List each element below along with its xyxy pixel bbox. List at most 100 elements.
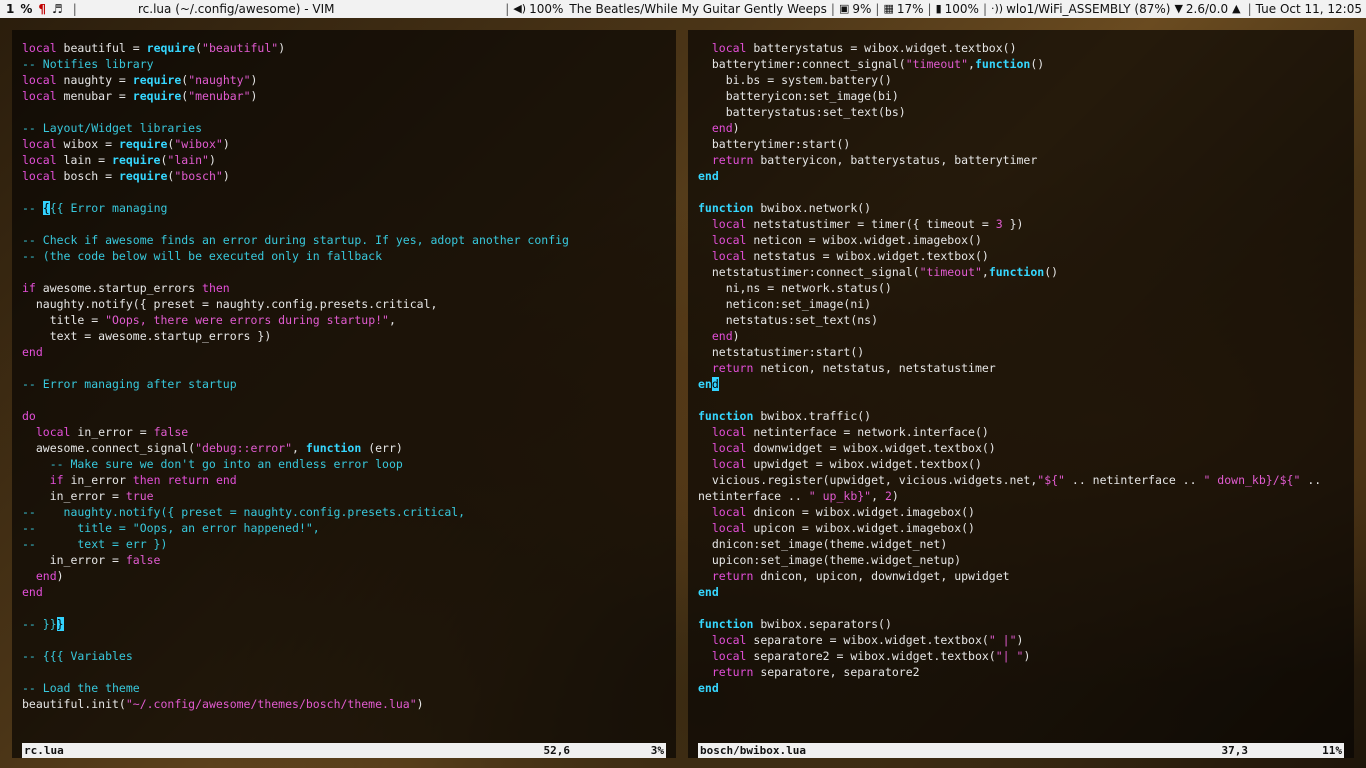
code-line[interactable]: -- }}} (22, 616, 668, 632)
code-line[interactable]: neticon:set_image(ni) (698, 296, 1346, 312)
code-editor-right[interactable]: local batterystatus = wibox.widget.textb… (698, 40, 1346, 696)
code-line[interactable] (22, 216, 668, 232)
code-line[interactable]: title = "Oops, there were errors during … (22, 312, 668, 328)
code-line[interactable]: -- Notifies library (22, 56, 668, 72)
code-line[interactable]: ni,ns = network.status() (698, 280, 1346, 296)
code-line[interactable]: end (698, 680, 1346, 696)
code-line[interactable] (22, 664, 668, 680)
code-line[interactable]: local separatore = wibox.widget.textbox(… (698, 632, 1346, 648)
code-line[interactable] (22, 600, 668, 616)
code-line[interactable]: -- naughty.notify({ preset = naughty.con… (22, 504, 668, 520)
code-line[interactable]: end (698, 376, 1346, 392)
code-token: bwibox.network() (753, 201, 872, 215)
code-line[interactable]: local bosch = require("bosch") (22, 168, 668, 184)
code-line[interactable]: netstatustimer:start() (698, 344, 1346, 360)
window-title[interactable]: rc.lua (~/.config/awesome) - VIM (138, 0, 335, 18)
code-line[interactable]: awesome.connect_signal("debug::error", f… (22, 440, 668, 456)
code-line[interactable]: -- text = err }) (22, 536, 668, 552)
code-line[interactable]: local upicon = wibox.widget.imagebox() (698, 520, 1346, 536)
code-line[interactable]: local upwidget = wibox.widget.textbox() (698, 456, 1346, 472)
code-line[interactable]: text = awesome.startup_errors }) (22, 328, 668, 344)
tag-3[interactable]: ¶ (38, 0, 46, 18)
code-line[interactable]: local beautiful = require("beautiful") (22, 40, 668, 56)
code-line[interactable]: if in_error then return end (22, 472, 668, 488)
code-line[interactable]: local dnicon = wibox.widget.imagebox() (698, 504, 1346, 520)
code-line[interactable]: naughty.notify({ preset = naughty.config… (22, 296, 668, 312)
code-line[interactable]: local menubar = require("menubar") (22, 88, 668, 104)
code-line[interactable]: -- Make sure we don't go into an endless… (22, 456, 668, 472)
code-line[interactable] (22, 264, 668, 280)
code-line[interactable]: function bwibox.traffic() (698, 408, 1346, 424)
wifi-icon[interactable]: ·)) (991, 0, 1003, 18)
code-line[interactable]: end (22, 344, 668, 360)
code-line[interactable]: local separatore2 = wibox.widget.textbox… (698, 648, 1346, 664)
tag-4[interactable]: ♬ (52, 0, 63, 18)
code-line[interactable]: function bwibox.separators() (698, 616, 1346, 632)
code-line[interactable]: batterytimer:start() (698, 136, 1346, 152)
volume-icon[interactable]: ◀) (513, 0, 526, 18)
code-line[interactable]: -- Layout/Widget libraries (22, 120, 668, 136)
code-line[interactable]: -- (the code below will be executed only… (22, 248, 668, 264)
code-line[interactable]: return batteryicon, batterystatus, batte… (698, 152, 1346, 168)
code-line[interactable] (22, 104, 668, 120)
code-line[interactable]: upicon:set_image(theme.widget_netup) (698, 552, 1346, 568)
code-line[interactable]: in_error = false (22, 552, 668, 568)
code-line[interactable]: end (22, 584, 668, 600)
code-line[interactable]: end) (698, 120, 1346, 136)
code-line[interactable]: -- Check if awesome finds an error durin… (22, 232, 668, 248)
code-line[interactable]: local in_error = false (22, 424, 668, 440)
download-arrow-icon: ▼ (1174, 2, 1183, 15)
clock[interactable]: Tue Oct 11, 12:05 (1256, 0, 1362, 18)
code-token: menubar = (56, 89, 133, 103)
tag-1[interactable]: 1 (6, 0, 14, 18)
code-line[interactable]: -- title = "Oops, an error happened!", (22, 520, 668, 536)
code-line[interactable]: batterystatus:set_text(bs) (698, 104, 1346, 120)
code-line[interactable]: -- {{{ Error managing (22, 200, 668, 216)
code-line[interactable]: netstatustimer:connect_signal("timeout",… (698, 264, 1346, 280)
code-line[interactable]: local netstatus = wibox.widget.textbox() (698, 248, 1346, 264)
code-line[interactable] (698, 392, 1346, 408)
code-line[interactable]: return dnicon, upicon, downwidget, upwid… (698, 568, 1346, 584)
code-line[interactable]: batterytimer:connect_signal("timeout",fu… (698, 56, 1346, 72)
code-line[interactable]: -- Error managing after startup (22, 376, 668, 392)
code-line[interactable]: local neticon = wibox.widget.imagebox() (698, 232, 1346, 248)
code-line[interactable]: netinterface .. " up_kb}", 2) (698, 488, 1346, 504)
code-line[interactable] (22, 392, 668, 408)
code-line[interactable] (22, 360, 668, 376)
code-line[interactable]: function bwibox.network() (698, 200, 1346, 216)
tag-2[interactable]: % (20, 0, 32, 18)
code-line[interactable]: batteryicon:set_image(bi) (698, 88, 1346, 104)
code-line[interactable]: local downwidget = wibox.widget.textbox(… (698, 440, 1346, 456)
code-line[interactable]: local lain = require("lain") (22, 152, 668, 168)
code-line[interactable]: netstatus:set_text(ns) (698, 312, 1346, 328)
code-line[interactable]: local netinterface = network.interface() (698, 424, 1346, 440)
vim-pane-right[interactable]: local batterystatus = wibox.widget.textb… (688, 30, 1354, 758)
code-line[interactable]: end (698, 168, 1346, 184)
code-line[interactable]: do (22, 408, 668, 424)
vim-pane-left[interactable]: local beautiful = require("beautiful") --… (12, 30, 676, 758)
code-line[interactable]: bi.bs = system.battery() (698, 72, 1346, 88)
code-line[interactable]: in_error = true (22, 488, 668, 504)
code-line[interactable]: dnicon:set_image(theme.widget_net) (698, 536, 1346, 552)
code-line[interactable]: end) (698, 328, 1346, 344)
code-line[interactable] (698, 600, 1346, 616)
code-line[interactable]: beautiful.init("~/.config/awesome/themes… (22, 696, 668, 712)
code-line[interactable]: end) (22, 568, 668, 584)
code-line[interactable]: if awesome.startup_errors then (22, 280, 668, 296)
code-line[interactable]: local batterystatus = wibox.widget.textb… (698, 40, 1346, 56)
code-line[interactable] (22, 632, 668, 648)
code-editor-left[interactable]: local beautiful = require("beautiful") --… (22, 40, 668, 712)
code-line[interactable]: local wibox = require("wibox") (22, 136, 668, 152)
now-playing[interactable]: The Beatles/While My Guitar Gently Weeps (569, 0, 827, 18)
code-line[interactable]: local netstatustimer = timer({ timeout =… (698, 216, 1346, 232)
code-line[interactable]: end (698, 584, 1346, 600)
code-line[interactable]: -- Load the theme (22, 680, 668, 696)
code-line[interactable] (22, 184, 668, 200)
code-line[interactable]: local naughty = require("naughty") (22, 72, 668, 88)
code-line[interactable] (698, 184, 1346, 200)
code-line[interactable]: return neticon, netstatus, netstatustime… (698, 360, 1346, 376)
code-line[interactable]: vicious.register(upwidget, vicious.widge… (698, 472, 1346, 488)
code-line[interactable]: -- {{{ Variables (22, 648, 668, 664)
code-line[interactable]: return separatore, separatore2 (698, 664, 1346, 680)
